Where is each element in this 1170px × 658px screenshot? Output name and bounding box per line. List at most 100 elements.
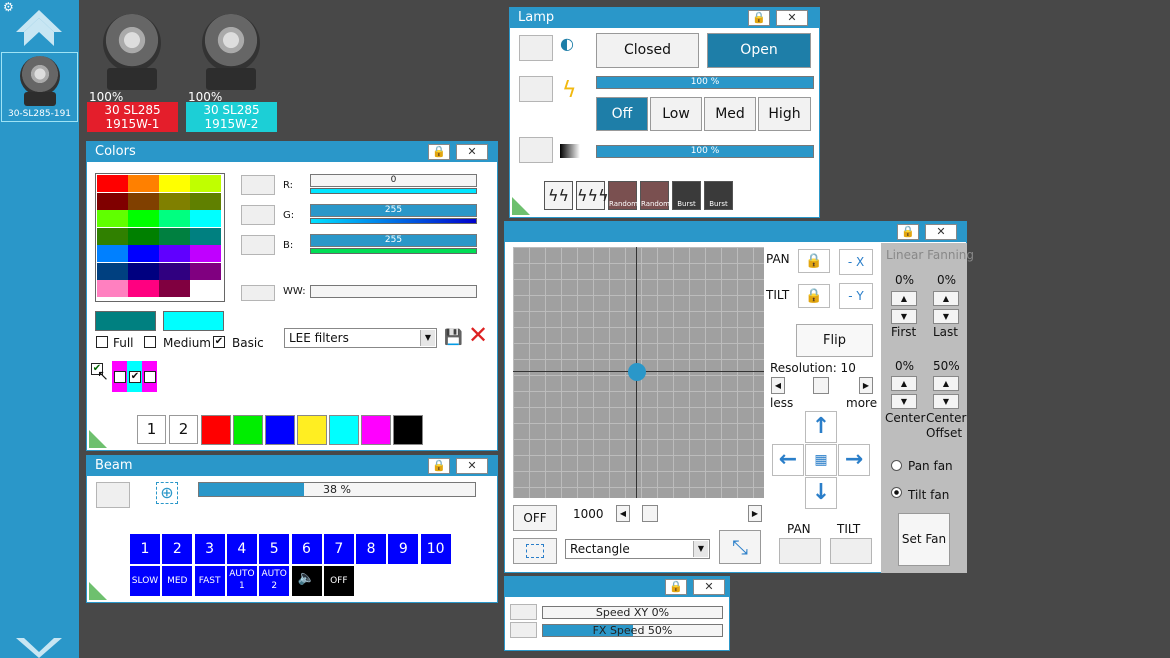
- beam-number-button[interactable]: 6: [291, 534, 322, 564]
- random-effect-2-icon[interactable]: Random: [640, 181, 670, 210]
- selection-rect-button[interactable]: [513, 538, 557, 564]
- burst-effect-1-icon[interactable]: Burst: [672, 181, 701, 210]
- arrow-left-icon[interactable]: ←: [772, 444, 804, 476]
- palette-cell[interactable]: [128, 175, 159, 192]
- r-channel-button[interactable]: [241, 175, 275, 195]
- filter-select[interactable]: LEE filters ▼: [284, 328, 437, 348]
- dimmer-bar[interactable]: 100 %: [596, 145, 814, 158]
- burst-effect-2-icon[interactable]: Burst: [704, 181, 733, 210]
- swap-direction-icon[interactable]: ⤡: [719, 530, 761, 564]
- lock-icon[interactable]: 🔒: [428, 458, 450, 474]
- medium-checkbox[interactable]: [144, 336, 156, 348]
- expand-icon[interactable]: [89, 430, 107, 448]
- palette-cell[interactable]: [190, 227, 221, 245]
- intensity-bar[interactable]: 100 %: [596, 76, 814, 89]
- quick-color-swatch[interactable]: [361, 415, 391, 445]
- palette-cell[interactable]: [128, 210, 159, 227]
- minus-y-button[interactable]: - Y: [839, 283, 873, 309]
- g-channel-button[interactable]: [241, 205, 275, 225]
- b-channel-button[interactable]: [241, 235, 275, 255]
- closed-button[interactable]: Closed: [596, 33, 699, 68]
- palette-cell[interactable]: [159, 192, 190, 210]
- beam-number-button[interactable]: 4: [226, 534, 257, 564]
- gear-icon[interactable]: ⚙: [3, 1, 16, 14]
- palette-cell[interactable]: [97, 280, 128, 297]
- palette-cell[interactable]: [128, 227, 159, 245]
- offset-down-button[interactable]: ▼: [933, 394, 959, 409]
- filter-check-2[interactable]: ✔: [129, 371, 141, 383]
- offset-up-button[interactable]: ▲: [933, 376, 959, 391]
- palette-cell[interactable]: [128, 192, 159, 210]
- beam-number-button[interactable]: 9: [388, 534, 419, 564]
- resolution-more-arrow[interactable]: ▶: [859, 377, 873, 394]
- position-dot[interactable]: [628, 363, 646, 381]
- quick-color-swatch[interactable]: [201, 415, 231, 445]
- palette-cell[interactable]: [159, 175, 190, 192]
- scroll-up-icon[interactable]: [16, 10, 62, 46]
- beam-number-button[interactable]: 3: [194, 534, 225, 564]
- preset-2-button[interactable]: 2: [169, 415, 198, 444]
- palette-cell[interactable]: [159, 210, 190, 227]
- beam-mode-button[interactable]: AUTO 2: [259, 566, 290, 596]
- close-icon[interactable]: ✕: [456, 458, 488, 474]
- palette-cell[interactable]: [190, 245, 221, 262]
- expand-icon[interactable]: [89, 582, 107, 600]
- fx-speed-bar[interactable]: FX Speed 50%: [542, 624, 723, 637]
- r-value-bar[interactable]: 0: [310, 174, 477, 187]
- quick-color-swatch[interactable]: [265, 415, 295, 445]
- lock-icon[interactable]: 🔒: [748, 10, 770, 26]
- speed-slider-thumb[interactable]: [642, 505, 658, 522]
- palette-cell[interactable]: [128, 245, 159, 262]
- close-icon[interactable]: ✕: [456, 144, 488, 160]
- resolution-slider-thumb[interactable]: [813, 377, 829, 394]
- fixture-thumbnail[interactable]: 30-SL285-191: [1, 52, 78, 122]
- beam-number-button[interactable]: 7: [323, 534, 354, 564]
- first-up-button[interactable]: ▲: [891, 291, 917, 306]
- power-high-button[interactable]: High: [758, 97, 811, 131]
- palette-cell[interactable]: [190, 210, 221, 227]
- palette-cell[interactable]: [190, 192, 221, 210]
- beam-number-button[interactable]: 5: [259, 534, 290, 564]
- speed-xy-bar[interactable]: Speed XY 0%: [542, 606, 723, 619]
- power-low-button[interactable]: Low: [650, 97, 702, 131]
- last-down-button[interactable]: ▼: [933, 309, 959, 324]
- beam-mode-button[interactable]: MED: [162, 566, 193, 596]
- beam-mode-button[interactable]: SLOW: [130, 566, 160, 596]
- palette-cell[interactable]: [97, 210, 128, 227]
- arrow-right-icon[interactable]: →: [838, 444, 870, 476]
- zoom-bar[interactable]: 38 %: [198, 482, 476, 497]
- center-up-button[interactable]: ▲: [891, 376, 917, 391]
- random-effect-1-icon[interactable]: Random: [608, 181, 638, 210]
- pan-tilt-grid[interactable]: [513, 247, 764, 498]
- close-icon[interactable]: ✕: [925, 224, 957, 240]
- beam-number-button[interactable]: 8: [356, 534, 387, 564]
- quick-color-swatch[interactable]: [393, 415, 423, 445]
- expand-icon[interactable]: [512, 197, 530, 215]
- beam-mode-button[interactable]: AUTO 1: [226, 566, 257, 596]
- open-button[interactable]: Open: [707, 33, 811, 68]
- speed-less-arrow[interactable]: ◀: [616, 505, 630, 522]
- center-icon[interactable]: ▦: [805, 444, 837, 476]
- pan-lock-icon[interactable]: 🔒: [798, 249, 830, 273]
- close-icon[interactable]: ✕: [693, 579, 725, 595]
- fixture-card-2[interactable]: 100% 30 SL285 1915W-2: [186, 10, 278, 132]
- palette-cell[interactable]: [159, 262, 190, 280]
- arrow-down-icon[interactable]: ↓: [805, 477, 837, 509]
- shape-select[interactable]: Rectangle ▼: [565, 539, 710, 559]
- lock-icon[interactable]: 🔒: [897, 224, 919, 240]
- strobe-effect-2-icon[interactable]: ϟϟϟ: [576, 181, 609, 210]
- power-med-button[interactable]: Med: [704, 97, 756, 131]
- beam-number-button[interactable]: 1: [130, 534, 160, 564]
- palette-cell[interactable]: [190, 175, 221, 192]
- preset-1-button[interactable]: 1: [137, 415, 166, 444]
- resolution-less-arrow[interactable]: ◀: [771, 377, 785, 394]
- shutter-button[interactable]: [519, 35, 553, 61]
- off-button[interactable]: OFF: [513, 505, 557, 531]
- tilt-lock-icon[interactable]: 🔒: [798, 284, 830, 308]
- basic-checkbox[interactable]: ✔: [213, 336, 225, 348]
- palette-cell[interactable]: [97, 175, 128, 192]
- palette-cell[interactable]: [159, 227, 190, 245]
- palette-cell[interactable]: [159, 280, 190, 297]
- speed-more-arrow[interactable]: ▶: [748, 505, 762, 522]
- palette-cell[interactable]: [128, 262, 159, 280]
